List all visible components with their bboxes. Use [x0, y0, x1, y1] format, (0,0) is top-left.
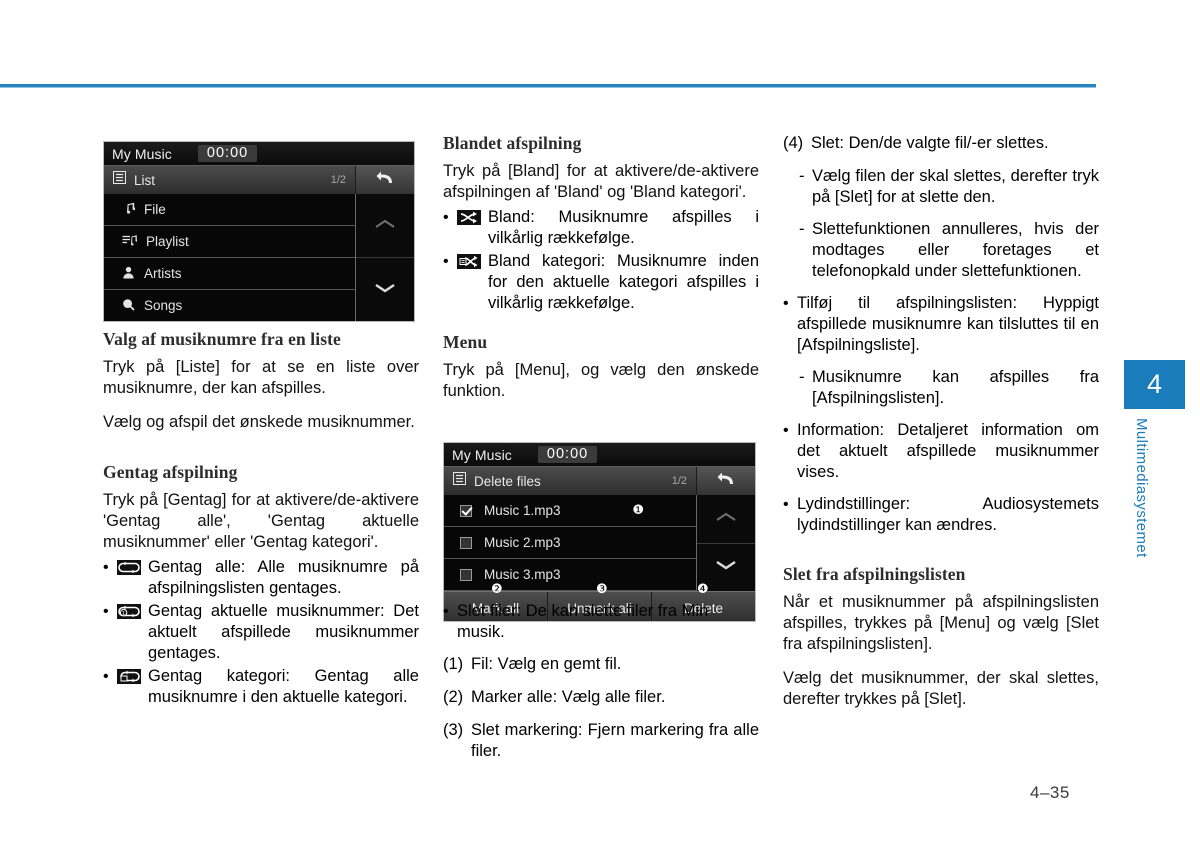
bullet-repeat-all: • Gentag alle: Alle musiknumre på afspil… [103, 557, 419, 599]
header-rule [0, 84, 1096, 88]
bullet-text: Gentag alle: Alle musiknumre på afspilni… [148, 558, 419, 597]
bullet-marker: • [103, 668, 109, 685]
numbered-marker: (4) [783, 134, 804, 152]
paragraph-delete-2: Vælg det musiknummer, der skal slettes, … [783, 669, 1099, 708]
chapter-tab-number: 4 [1124, 360, 1185, 409]
repeat-one-icon: 1 [117, 604, 141, 619]
shuffle-category-icon [457, 254, 481, 269]
dash-text: Vælg filen der skal slettes, derefter tr… [812, 167, 1099, 206]
bullet-text: Slet filer: De kan slette filer fra Min … [457, 602, 709, 641]
column-right: (4) Slet: Den/de valgte fil/-er slettes.… [783, 133, 1099, 710]
bullet-marker: • [443, 603, 449, 620]
paragraph-list-2: Vælg og afspil det ønskede musiknummer. [103, 413, 415, 431]
numbered-item-4: (4) Slet: Den/de valgte fil/-er slettes. [783, 133, 1099, 154]
heading-delete-from-playlist: Slet fra afspilningslisten [783, 564, 966, 584]
numbered-marker: (1) [443, 655, 464, 673]
numbered-item-3: (3) Slet markering: Fjern markering fra … [443, 720, 759, 762]
shuffle-icon [457, 210, 481, 225]
bullet-sound-settings: • Lydindstillinger: Audiosystemets lydin… [783, 494, 1099, 536]
bullet-text: Bland: Musiknumre afspilles i vilkårlig … [488, 208, 759, 247]
heading-repeat-playback: Gentag afspilning [103, 462, 238, 482]
bullet-text: Gentag aktuelle musiknummer: Det aktuelt… [148, 602, 419, 662]
dash-text: Slettefunktionen annulleres, hvis der mo… [812, 220, 1099, 280]
bullet-shuffle-category: • Bland kategori: Musiknumre inden for d… [443, 251, 759, 314]
dash-item-cancel-delete: - Slettefunktionen annulleres, hvis der … [783, 219, 1099, 282]
repeat-category-icon [117, 669, 141, 684]
dash-item-play-from-playlist: - Musiknumre kan afspilles fra [Afspilni… [783, 367, 1099, 409]
bullet-marker: • [783, 496, 789, 513]
bullet-text: Gentag kategori: Gentag alle musiknumre … [148, 667, 419, 706]
paragraph-repeat-1: Tryk på [Gentag] for at aktivere/de-akti… [103, 491, 419, 551]
numbered-text: Fil: Vælg en gemt fil. [471, 655, 622, 673]
paragraph-shuffle-1: Tryk på [Bland] for at aktivere/de-aktiv… [443, 162, 759, 201]
bullet-delete-files: • Slet filer: De kan slette filer fra Mi… [443, 601, 759, 643]
paragraph-delete-1: Når et musiknummer på afspilningslisten … [783, 593, 1099, 653]
column-left: Valg af musiknumre fra en liste Tryk på … [103, 133, 419, 710]
bullet-add-to-playlist: • Tilføj til afspilningslisten: Hyppigt … [783, 293, 1099, 356]
heading-shuffle-playback: Blandet afspilning [443, 133, 582, 153]
numbered-marker: (2) [443, 688, 464, 706]
repeat-all-icon [117, 560, 141, 575]
bullet-marker: • [783, 422, 789, 439]
paragraph-menu-1: Tryk på [Menu], og vælg den ønskede funk… [443, 361, 759, 400]
bullet-marker: • [103, 603, 109, 620]
bullet-repeat-one: • 1 Gentag aktuelle musiknummer: Det akt… [103, 601, 419, 664]
bullet-text: Bland kategori: Musiknumre inden for den… [488, 252, 759, 312]
bullet-marker: • [783, 295, 789, 312]
page-number: 4–35 [1030, 783, 1070, 802]
dash-item-select-file: - Vælg filen der skal slettes, derefter … [783, 166, 1099, 208]
column-middle: Blandet afspilning Tryk på [Bland] for a… [443, 133, 759, 765]
bullet-shuffle: • Bland: Musiknumre afspilles i vilkårli… [443, 207, 759, 249]
heading-menu: Menu [443, 332, 488, 352]
numbered-text: Marker alle: Vælg alle filer. [471, 688, 666, 706]
bullet-text: Tilføj til afspilningslisten: Hyppigt af… [797, 294, 1099, 354]
numbered-marker: (3) [443, 721, 464, 739]
paragraph-list-1: Tryk på [Liste] for at se en liste over … [103, 358, 419, 397]
bullet-text: Lydindstillinger: Audiosystemets lydinds… [797, 495, 1099, 534]
numbered-item-1: (1) Fil: Vælg en gemt fil. [443, 654, 759, 675]
dash-marker: - [799, 220, 805, 238]
dash-text: Musiknumre kan afspilles fra [Afspilning… [812, 368, 1099, 407]
dash-marker: - [799, 167, 805, 185]
bullet-information: • Information: Detaljeret information om… [783, 420, 1099, 483]
chapter-tab-label: Multimediasystemet [1133, 418, 1150, 558]
bullet-marker: • [443, 253, 449, 270]
bullet-marker: • [103, 559, 109, 576]
dash-marker: - [799, 368, 805, 386]
numbered-text: Slet markering: Fjern markering fra alle… [471, 721, 759, 760]
numbered-item-2: (2) Marker alle: Vælg alle filer. [443, 687, 759, 708]
svg-text:1: 1 [122, 611, 125, 617]
numbered-text: Slet: Den/de valgte fil/-er slettes. [811, 134, 1049, 152]
bullet-text: Information: Detaljeret information om d… [797, 421, 1099, 481]
bullet-repeat-category: • Gentag kategori: Gentag alle musiknumr… [103, 666, 419, 708]
heading-select-track-from-list: Valg af musiknumre fra en liste [103, 329, 341, 349]
bullet-marker: • [443, 209, 449, 226]
